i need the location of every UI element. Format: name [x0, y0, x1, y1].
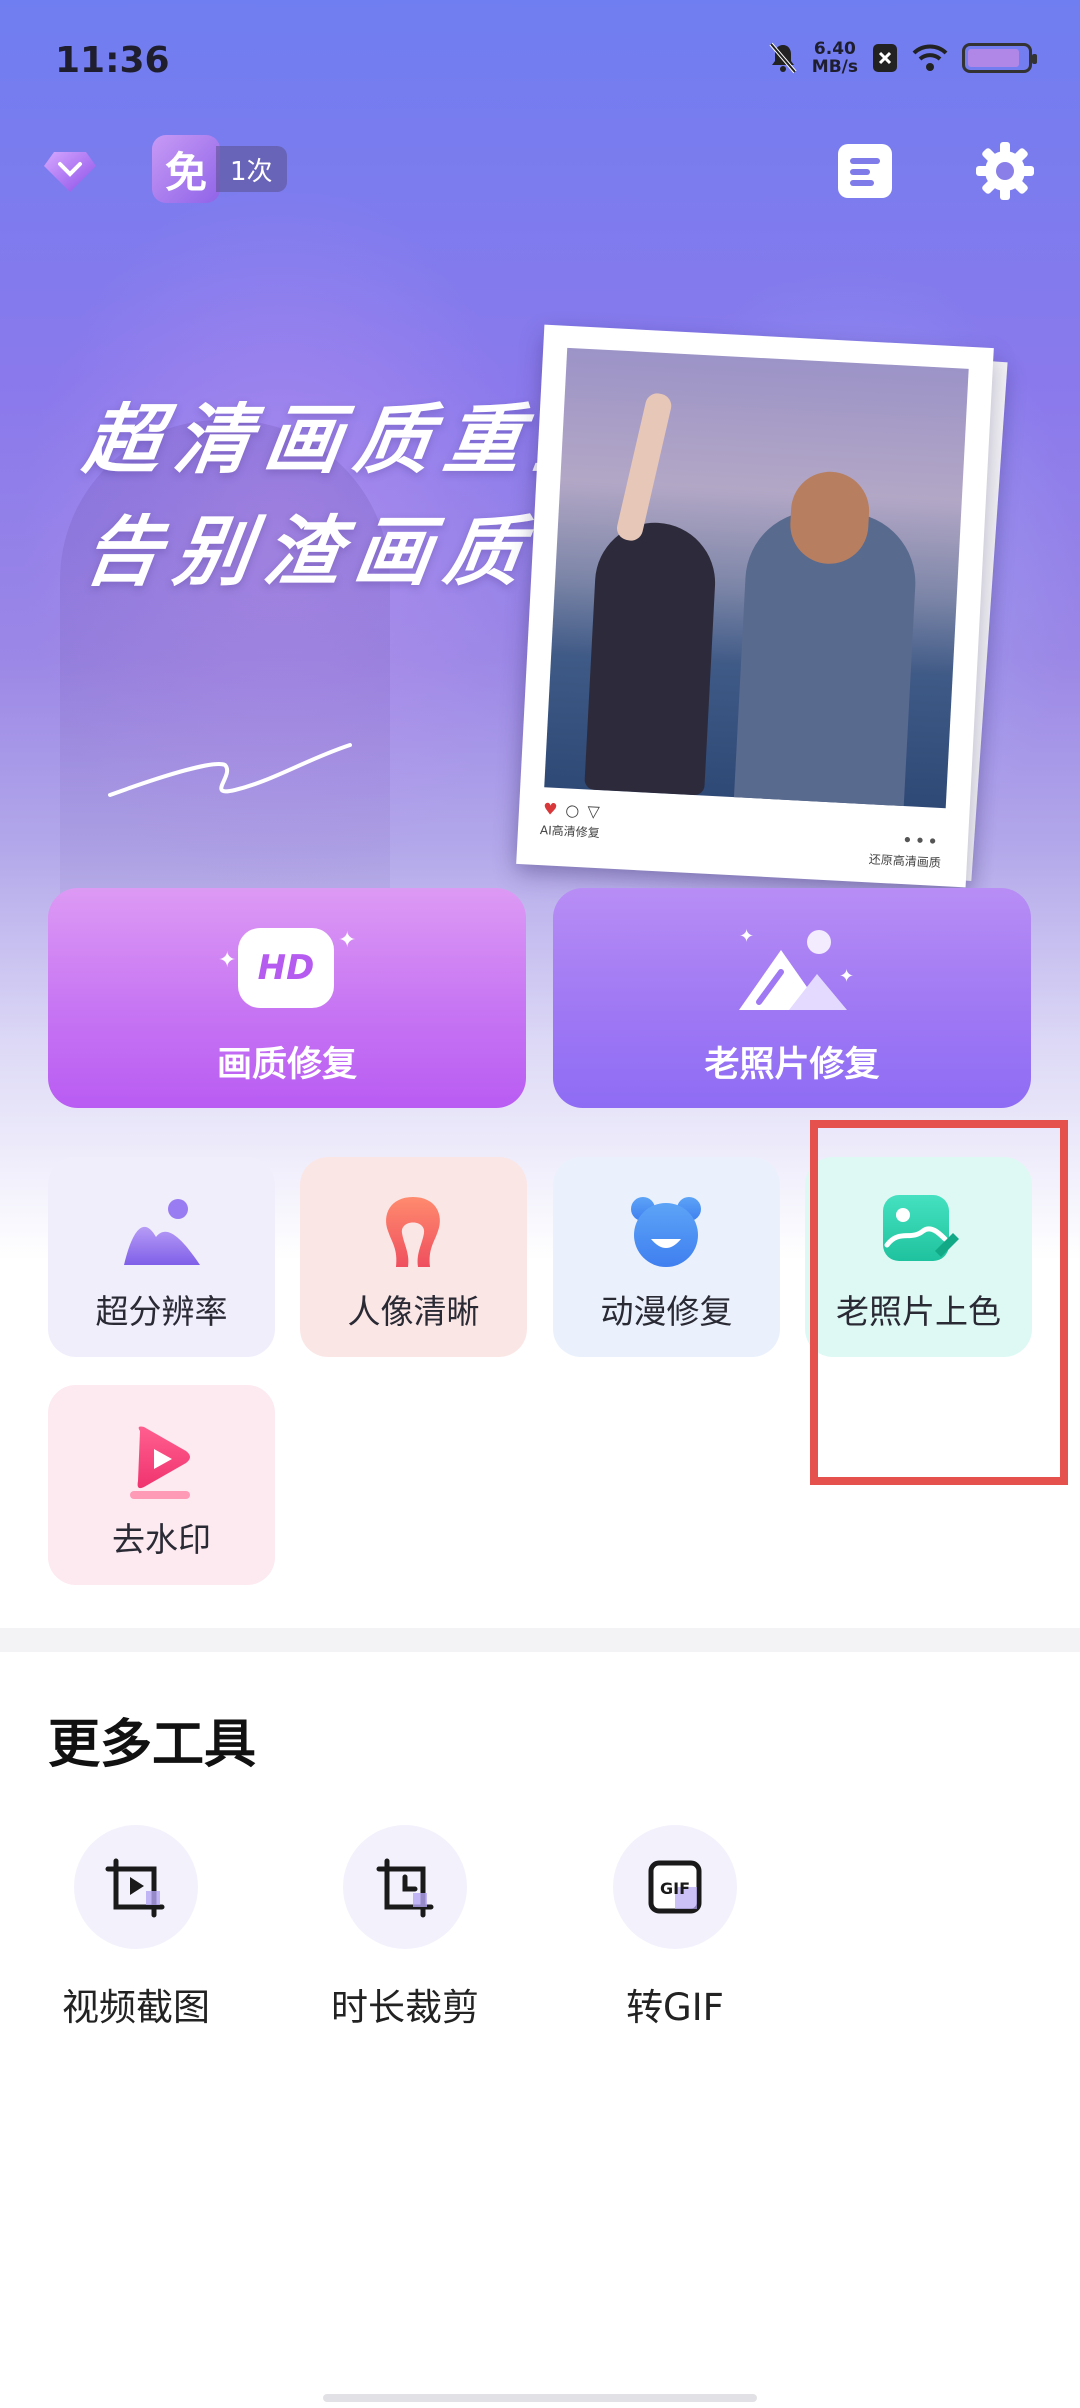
document-icon[interactable] [838, 144, 892, 198]
super-resolution-label: 超分辨率 [95, 1292, 228, 1331]
duration-trim-label: 时长裁剪 [331, 1986, 479, 2029]
old-photo-repair-card[interactable]: ✦ ✦ 老照片修复 [553, 888, 1031, 1108]
portrait-clear-label: 人像清晰 [347, 1292, 480, 1331]
duration-trim-tool[interactable]: 时长裁剪 [305, 1825, 505, 2031]
anime-repair-card[interactable]: 动漫修复 [553, 1157, 780, 1357]
old-photo-repair-label: 老照片修复 [704, 1045, 880, 1085]
section-divider [0, 1628, 1080, 1652]
battery-nub [1032, 54, 1037, 64]
polaroid-dots: ••• [901, 830, 941, 853]
polaroid-social-icons: ♥ ○ ▽ [543, 799, 601, 821]
gif-icon-text: GIF [660, 1879, 690, 1898]
heart-icon: ♥ [542, 799, 558, 819]
wifi-icon [912, 44, 948, 71]
network-speed: 6.40 MB/s [812, 40, 858, 76]
portrait-clear-card[interactable]: 人像清晰 [300, 1157, 527, 1357]
super-resolution-card[interactable]: 超分辨率 [48, 1157, 275, 1357]
free-badge-icon: 免 [152, 135, 220, 203]
battery-level [968, 49, 1020, 67]
status-icons: 6.40 MB/s [768, 40, 1037, 76]
diamond-vip-icon[interactable] [40, 140, 100, 200]
mountain-photo-icon: ✦ ✦ [739, 926, 854, 1010]
duration-trim-icon-circle [343, 1825, 467, 1949]
portrait-icon [386, 1197, 440, 1267]
watermark-remove-icon [130, 1426, 190, 1499]
sim-x-icon [873, 44, 897, 72]
photo-person [584, 391, 719, 796]
remove-watermark-card[interactable]: 去水印 [48, 1385, 275, 1585]
polaroid-caption-left: AI高清修复 [539, 823, 601, 841]
duration-trim-icon [376, 1858, 434, 1918]
gif-icon: GIF [648, 1860, 702, 1914]
remove-watermark-label: 去水印 [112, 1520, 211, 1559]
anime-repair-label: 动漫修复 [600, 1292, 733, 1331]
network-speed-value: 6.40 [813, 39, 856, 59]
gear-icon[interactable] [974, 140, 1036, 202]
video-screenshot-tool[interactable]: 视频截图 [36, 1825, 236, 2031]
polaroid-photo-card: ♥ ○ ▽ AI高清修复 ••• 还原高清画质 [516, 324, 994, 888]
convert-gif-tool[interactable]: GIF 转GIF [575, 1825, 775, 2031]
free-count: 1次 [216, 146, 287, 192]
highlight-annotation-box [810, 1120, 1068, 1485]
convert-gif-label: 转GIF [626, 1986, 724, 2029]
polaroid-caption-right: 还原高清画质 [868, 852, 942, 871]
quality-repair-label: 画质修复 [216, 1045, 357, 1085]
free-trial-badge[interactable]: 免 1次 [152, 135, 287, 203]
battery-icon [962, 43, 1037, 73]
sparkle-icon: ✦ [338, 928, 357, 953]
bell-muted-icon [769, 42, 797, 74]
swoosh-decoration [108, 743, 352, 797]
couple-photo [544, 347, 969, 809]
gif-icon-circle: GIF [613, 1825, 737, 1949]
video-crop-icon [105, 1858, 165, 1918]
photo-person [733, 469, 919, 809]
network-speed-unit: MB/s [811, 57, 858, 77]
svg-text:✦: ✦ [739, 926, 754, 947]
send-icon: ▽ [586, 801, 601, 822]
video-crop-icon-circle [74, 1825, 198, 1949]
anime-bear-icon [631, 1197, 701, 1267]
quality-repair-card[interactable]: HD ✦ ✦ 画质修复 [48, 888, 526, 1108]
super-resolution-icon [124, 1199, 200, 1265]
sparkle-icon: ✦ [218, 948, 237, 973]
more-tools-title: 更多工具 [48, 1715, 257, 1775]
comment-icon: ○ [564, 800, 580, 821]
hd-icon: HD [238, 928, 334, 1008]
video-screenshot-label: 视频截图 [62, 1986, 210, 2029]
home-indicator[interactable] [323, 2394, 757, 2402]
status-time: 11:36 [55, 40, 170, 81]
svg-text:✦: ✦ [839, 966, 854, 987]
banner-slogan-line2: 告别渣画质 [78, 507, 542, 596]
